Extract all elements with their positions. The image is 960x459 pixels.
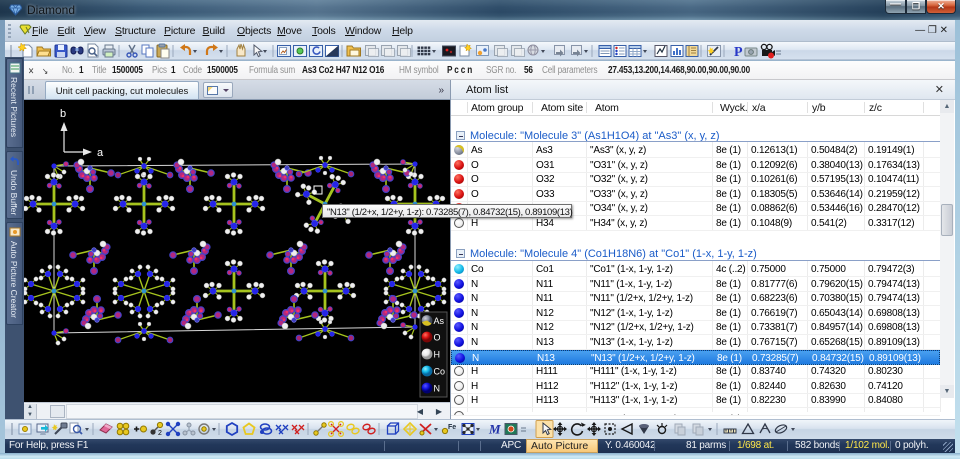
svg-text:N: N: [434, 384, 441, 394]
svg-text:O: O: [434, 333, 441, 343]
svg-text:P: P: [734, 45, 743, 60]
svg-text:b: b: [60, 108, 66, 120]
svg-text:As: As: [434, 316, 445, 326]
svg-text:Co: Co: [434, 367, 446, 377]
svg-text:M: M: [488, 422, 501, 437]
svg-text:H: H: [434, 350, 441, 360]
svg-text:2: 2: [158, 430, 162, 437]
svg-text:a: a: [97, 147, 104, 159]
svg-text:Fe: Fe: [448, 424, 456, 431]
